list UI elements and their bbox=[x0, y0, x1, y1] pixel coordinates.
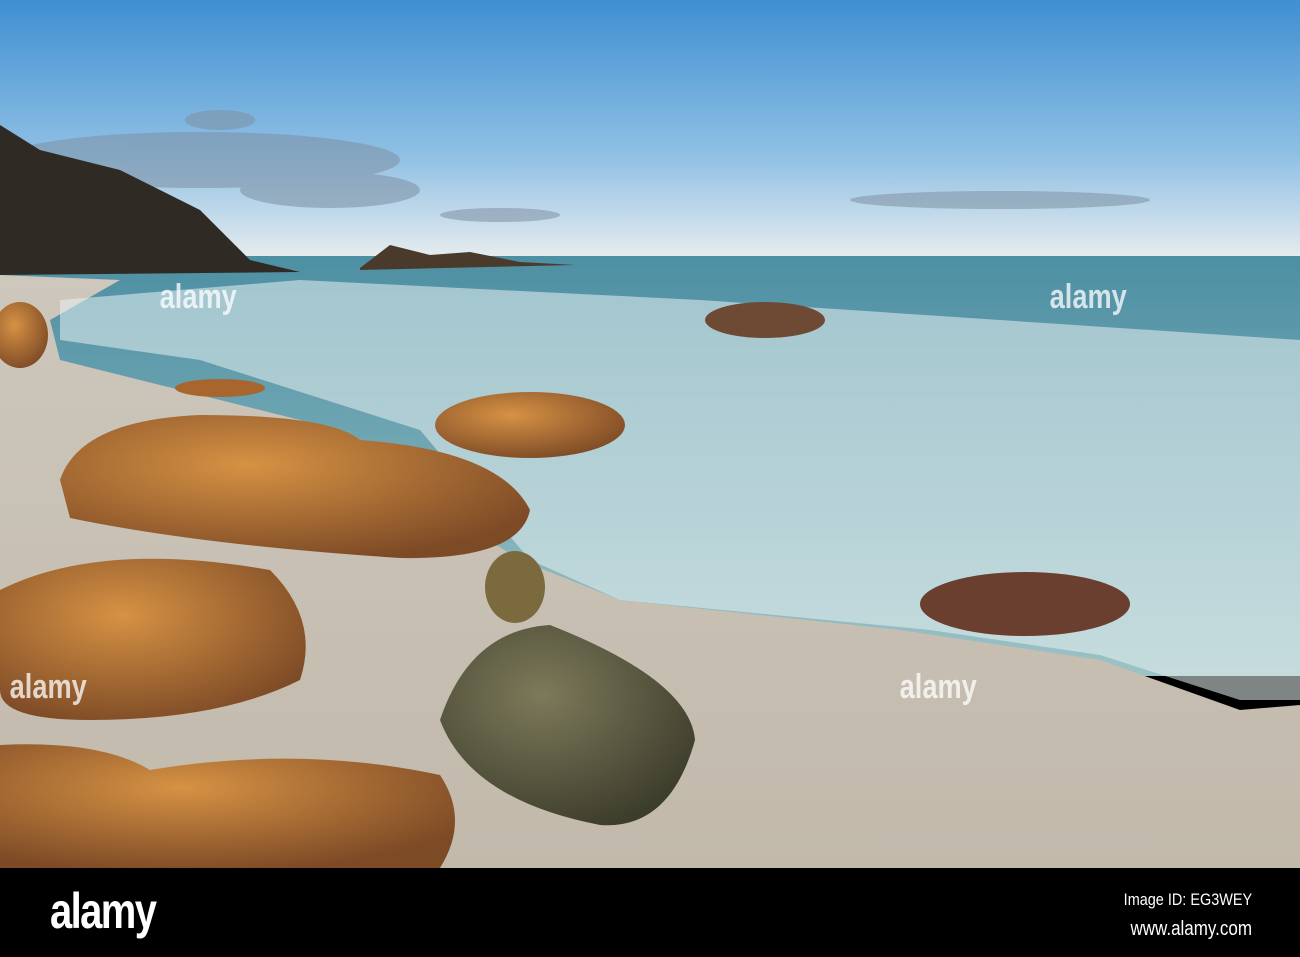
watermark: alamy bbox=[1049, 278, 1127, 316]
footer-bar: alamy Image ID: EG3WEY www.alamy.com bbox=[0, 868, 1300, 957]
rock bbox=[920, 572, 1130, 636]
watermark: alamy bbox=[9, 668, 87, 706]
website-link[interactable]: www.alamy.com bbox=[1130, 918, 1252, 941]
beach-photo bbox=[0, 0, 1300, 868]
rock bbox=[175, 379, 265, 397]
alamy-logo[interactable]: alamy bbox=[50, 882, 157, 940]
image-id: Image ID: EG3WEY bbox=[1123, 890, 1252, 909]
rock bbox=[435, 392, 625, 458]
rock bbox=[485, 551, 545, 623]
watermark: alamy bbox=[899, 668, 977, 706]
rock bbox=[705, 302, 825, 338]
photo-page: alamy alamy alamy alamy alamy Image ID: … bbox=[0, 0, 1300, 957]
watermark: alamy bbox=[159, 278, 237, 316]
